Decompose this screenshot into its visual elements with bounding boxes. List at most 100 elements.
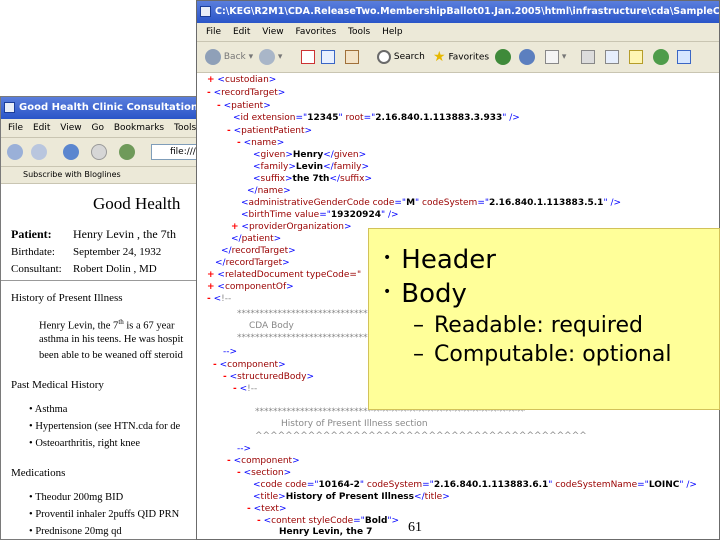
slide-page-number: 61 <box>408 520 422 535</box>
hpi-text-line1: Henry Levin, the 7th is a 67 year <box>39 318 175 332</box>
menu-bookmarks[interactable]: Bookmarks <box>114 123 164 133</box>
bullet-body: • Body <box>383 279 467 309</box>
forward-button[interactable]: ▾ <box>259 47 282 67</box>
xml-line: - <patient> <box>217 101 271 111</box>
xml-line: </recordTarget> <box>221 246 296 256</box>
xml-line: <id extension="12345" root="2.16.840.1.1… <box>233 113 520 123</box>
bullet-icon: • <box>383 249 392 266</box>
edit-icon <box>605 49 619 64</box>
folder-icon <box>629 49 643 64</box>
stop-icon[interactable] <box>91 144 107 160</box>
xml-line: </recordTarget> <box>215 258 290 268</box>
patient-label: Patient: <box>11 227 52 241</box>
research-button[interactable] <box>677 47 691 67</box>
pmh-heading: Past Medical History <box>11 379 104 391</box>
menu-tools[interactable]: Tools <box>348 27 370 37</box>
front-window-toolbar: Back ▾ ▾ Search ★ Favorites ▾ <box>197 42 719 73</box>
home-button[interactable] <box>345 47 359 67</box>
consultant-label: Consultant: <box>11 263 62 275</box>
back-window-linkbar: Subscribe with Bloglines <box>1 167 199 184</box>
menu-edit[interactable]: Edit <box>33 123 50 133</box>
doc-divider <box>1 280 199 281</box>
media-button[interactable] <box>495 47 511 67</box>
subscribe-bloglines-link[interactable]: Subscribe with Bloglines <box>23 170 121 179</box>
hpi-text-line2: asthma in his teens. He was hospit <box>39 334 184 345</box>
xml-line: + <custodian> <box>207 75 277 85</box>
edit-button[interactable] <box>605 47 619 67</box>
front-window-title: C:\KEG\R2M1\CDA.ReleaseTwo.MembershipBal… <box>215 6 719 17</box>
patient-value: Henry Levin , the 7th <box>73 227 176 241</box>
medication-item: • Theodur 200mg BID <box>29 492 124 503</box>
stop-button[interactable] <box>301 47 315 67</box>
menu-help[interactable]: Help <box>382 27 403 37</box>
back-window-titlebar[interactable]: Good Health Clinic Consultation Note <box>1 97 199 119</box>
sub-bullet-computable: – Computable: optional <box>413 342 672 367</box>
mail-icon <box>545 49 559 64</box>
mail-button[interactable]: ▾ <box>545 47 566 67</box>
xml-line: <family>Levin</family> <box>253 162 369 172</box>
search-button[interactable]: Search <box>377 47 425 67</box>
search-icon <box>377 49 391 64</box>
pmh-item: • Hypertension (see HTN.cda for de <box>29 421 181 432</box>
browser-app-icon <box>4 102 15 113</box>
bullet-icon: • <box>383 283 392 300</box>
xml-line: <code code="10164-2" codeSystem="2.16.84… <box>253 480 697 490</box>
menu-favorites[interactable]: Favorites <box>295 27 336 37</box>
xml-line: - <structuredBody> <box>223 372 314 382</box>
print-icon <box>581 49 595 64</box>
back-address-bar[interactable]: file:///C <box>151 144 199 160</box>
sub-bullet-readable: – Readable: required <box>413 313 643 338</box>
menu-view[interactable]: View <box>262 27 283 37</box>
forward-arrow-icon <box>259 48 275 65</box>
home-icon[interactable] <box>119 144 135 160</box>
history-button[interactable] <box>519 47 535 67</box>
back-button[interactable]: Back ▾ <box>205 47 253 67</box>
pmh-item: • Asthma <box>29 404 68 415</box>
menu-file[interactable]: File <box>8 123 23 133</box>
menu-view[interactable]: View <box>60 123 81 133</box>
xml-line: <birthTime value="19320924" /> <box>241 210 399 220</box>
xml-comment: ^^^^^^^^^^^^^^^^^^^^^^^^^^^^^^^^^^^^^^^^… <box>255 431 587 441</box>
xml-line: - <text> <box>247 504 287 514</box>
front-window-menubar: File Edit View Favorites Tools Help <box>197 23 719 42</box>
xml-line: <title>History of Present Illness</title… <box>253 492 450 502</box>
home-icon <box>345 49 359 64</box>
back-window-toolbar: file:///C <box>1 138 199 167</box>
consultant-value: Robert Dolin , MD <box>73 263 157 275</box>
print-button[interactable] <box>581 47 595 67</box>
menu-tools[interactable]: Tools <box>174 123 196 133</box>
xml-line: - <component> <box>227 456 300 466</box>
xml-comment: History of Present Illness section <box>281 419 428 429</box>
xml-line: - <!-- <box>207 294 232 304</box>
medication-item: • Prednisone 20mg qd <box>29 526 122 537</box>
back-window-menubar: File Edit View Go Bookmarks Tools H <box>1 119 199 138</box>
menu-go[interactable]: Go <box>91 123 103 133</box>
medications-heading: Medications <box>11 467 66 479</box>
discuss-button[interactable] <box>629 47 643 67</box>
refresh-icon <box>321 49 335 64</box>
menu-file[interactable]: File <box>206 27 221 37</box>
xml-line: </name> <box>247 186 291 196</box>
back-arrow-icon[interactable] <box>7 144 23 160</box>
forward-arrow-icon[interactable] <box>31 144 47 160</box>
xml-line: + <providerOrganization> <box>231 222 352 232</box>
hpi-heading: History of Present Illness <box>11 292 123 304</box>
xml-line: - <patientPatient> <box>227 126 313 136</box>
xml-line: --> <box>223 347 238 357</box>
menu-edit[interactable]: Edit <box>233 27 250 37</box>
favorites-button[interactable]: ★ Favorites <box>433 47 489 67</box>
research-icon <box>677 49 691 64</box>
xml-line: <administrativeGenderCode code="M" codeS… <box>241 198 622 208</box>
xml-line: - <recordTarget> <box>207 88 286 98</box>
reload-icon[interactable] <box>63 144 79 160</box>
slide-callout-box: • Header • Body – Readable: required – Compu… <box>368 228 720 410</box>
xml-line: --> <box>237 444 252 454</box>
media-icon <box>495 48 511 65</box>
refresh-button[interactable] <box>321 47 335 67</box>
pmh-item: • Osteoarthritis, right knee <box>29 438 140 449</box>
xml-line: + <componentOf> <box>207 282 294 292</box>
xml-comment: CDA Body <box>249 321 294 331</box>
xml-line: - <content styleCode="Bold"> <box>257 516 400 526</box>
front-window-titlebar[interactable]: C:\KEG\R2M1\CDA.ReleaseTwo.MembershipBal… <box>197 1 719 23</box>
messenger-button[interactable] <box>653 47 669 67</box>
